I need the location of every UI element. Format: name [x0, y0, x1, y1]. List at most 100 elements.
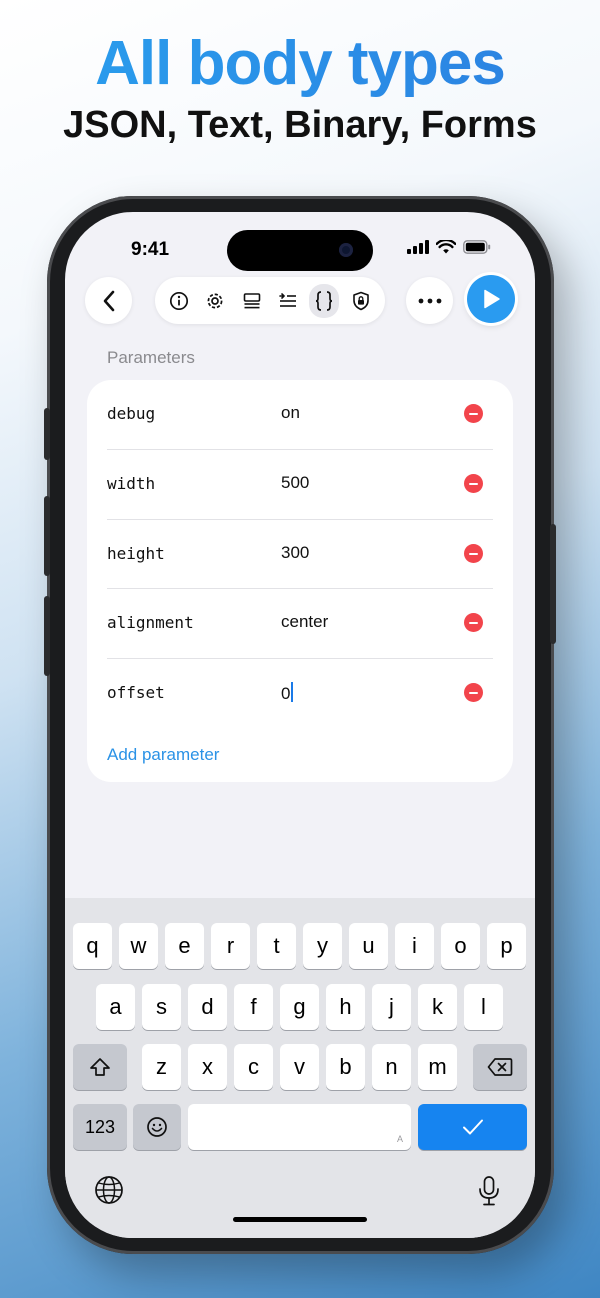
tab-auth[interactable] — [346, 284, 376, 318]
key-r[interactable]: r — [211, 923, 250, 969]
tab-headers[interactable] — [237, 284, 267, 318]
delete-parameter-button[interactable] — [464, 474, 483, 493]
tab-parameters[interactable] — [273, 284, 303, 318]
delete-parameter-button[interactable] — [464, 683, 483, 702]
globe-icon — [95, 1176, 123, 1204]
key-u[interactable]: u — [349, 923, 388, 969]
microphone-icon — [479, 1176, 499, 1206]
parameters-card: debug on width 500 height 300 alignment … — [87, 380, 513, 782]
play-icon — [484, 289, 500, 309]
key-l[interactable]: l — [464, 984, 503, 1030]
parameter-row: alignment center — [107, 589, 493, 658]
more-button[interactable] — [406, 277, 453, 324]
key-x[interactable]: x — [188, 1044, 227, 1090]
battery-icon — [463, 240, 491, 254]
key-o[interactable]: o — [441, 923, 480, 969]
cellular-signal-icon — [407, 240, 429, 254]
request-toolbar — [85, 275, 515, 329]
section-title: Parameters — [107, 348, 195, 367]
tab-info[interactable] — [164, 284, 194, 318]
parameter-key[interactable]: width — [107, 474, 155, 493]
delete-parameter-button[interactable] — [464, 404, 483, 423]
key-q[interactable]: q — [73, 923, 112, 969]
shift-icon — [90, 1058, 110, 1076]
emoji-key[interactable] — [133, 1104, 181, 1150]
key-z[interactable]: z — [142, 1044, 181, 1090]
camera-icon — [339, 243, 353, 257]
action-button — [44, 408, 50, 460]
ellipsis-icon — [418, 298, 441, 303]
power-button — [550, 524, 556, 644]
volume-up-button — [44, 496, 50, 576]
parameter-value[interactable]: center — [281, 612, 328, 632]
braces-icon — [316, 290, 333, 311]
parameter-value[interactable]: 300 — [281, 543, 309, 563]
lock-icon — [352, 291, 369, 310]
subheadline: JSON, Text, Binary, Forms — [63, 104, 537, 146]
key-a[interactable]: a — [96, 984, 135, 1030]
key-w[interactable]: w — [119, 923, 158, 969]
parameter-row: debug on — [107, 380, 493, 449]
send-request-button[interactable] — [467, 275, 515, 323]
parameter-key[interactable]: offset — [107, 683, 165, 702]
emoji-icon — [147, 1117, 167, 1137]
parameter-key[interactable]: alignment — [107, 613, 194, 632]
key-y[interactable]: y — [303, 923, 342, 969]
space-key[interactable]: A — [188, 1104, 411, 1150]
home-indicator[interactable] — [233, 1217, 367, 1222]
key-n[interactable]: n — [372, 1044, 411, 1090]
key-c[interactable]: c — [234, 1044, 273, 1090]
dynamic-island — [227, 230, 373, 271]
key-g[interactable]: g — [280, 984, 319, 1030]
key-f[interactable]: f — [234, 984, 273, 1030]
phone-screen: 9:41 Parameters debug on width 500 heigh… — [65, 212, 535, 1238]
key-v[interactable]: v — [280, 1044, 319, 1090]
parameter-key[interactable]: debug — [107, 404, 155, 423]
key-e[interactable]: e — [165, 923, 204, 969]
delete-key[interactable] — [473, 1044, 527, 1090]
status-time: 9:41 — [131, 239, 170, 260]
parameter-value[interactable]: 500 — [281, 473, 309, 493]
tab-body[interactable] — [309, 283, 340, 318]
key-d[interactable]: d — [188, 984, 227, 1030]
parameter-row: width 500 — [107, 450, 493, 519]
section-tabs — [155, 277, 385, 324]
parameter-row: height 300 — [107, 520, 493, 589]
space-hint: A — [396, 1134, 403, 1144]
gear-icon — [208, 293, 223, 308]
checkmark-icon — [462, 1119, 483, 1135]
backspace-icon — [487, 1058, 513, 1076]
parameter-value-field[interactable]: 0 — [281, 682, 294, 704]
parameter-key[interactable]: height — [107, 544, 165, 563]
parameter-value: 0 — [281, 684, 291, 703]
add-parameter-button[interactable]: Add parameter — [107, 745, 219, 765]
key-b[interactable]: b — [326, 1044, 365, 1090]
key-i[interactable]: i — [395, 923, 434, 969]
key-m[interactable]: m — [418, 1044, 457, 1090]
key-s[interactable]: s — [142, 984, 181, 1030]
headline: All body types — [0, 28, 600, 99]
delete-parameter-button[interactable] — [464, 544, 483, 563]
wifi-icon — [436, 240, 456, 254]
shift-key[interactable] — [73, 1044, 127, 1090]
key-t[interactable]: t — [257, 923, 296, 969]
delete-parameter-button[interactable] — [464, 613, 483, 632]
dictation-button[interactable] — [475, 1174, 503, 1208]
globe-button[interactable] — [93, 1174, 125, 1206]
tab-settings[interactable] — [200, 284, 230, 318]
done-key[interactable] — [418, 1104, 527, 1150]
text-cursor — [291, 682, 294, 702]
parameter-value[interactable]: on — [281, 403, 300, 423]
key-j[interactable]: j — [372, 984, 411, 1030]
info-icon — [170, 291, 189, 310]
key-p[interactable]: p — [487, 923, 526, 969]
keyboard: q w e r t y u i o p a s d f g h j k l z … — [65, 898, 535, 1238]
params-icon — [279, 292, 297, 307]
status-icons — [407, 240, 491, 254]
chevron-left-icon — [103, 290, 114, 311]
key-h[interactable]: h — [326, 984, 365, 1030]
key-k[interactable]: k — [418, 984, 457, 1030]
back-button[interactable] — [85, 277, 132, 324]
numbers-key[interactable]: 123 — [73, 1104, 127, 1150]
parameter-row: offset 0 — [107, 659, 493, 728]
